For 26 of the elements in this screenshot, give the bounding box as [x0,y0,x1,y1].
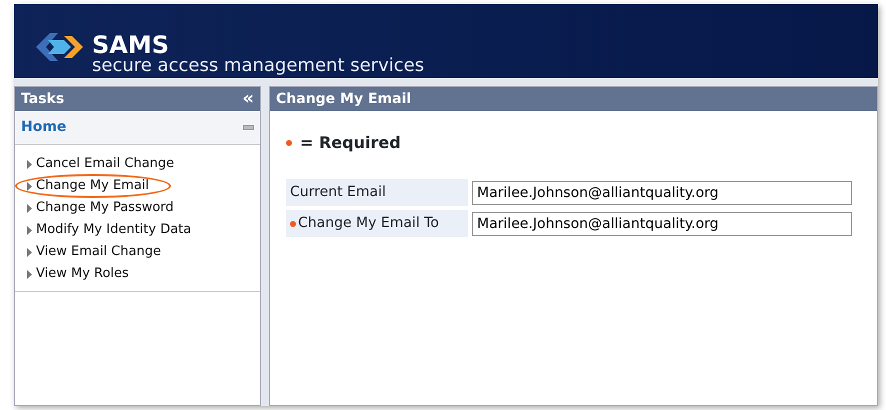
task-link[interactable]: View Email Change [36,241,161,263]
section-link[interactable]: Home [21,117,66,138]
caret-icon [27,160,32,168]
app-subtitle: secure access management services [92,57,424,76]
task-link[interactable]: Modify My Identity Data [36,219,192,241]
task-link[interactable]: View My Roles [36,263,129,285]
email-field[interactable]: Marilee.Johnson@alliantquality.org [472,212,852,236]
field-label: Change My Email To [298,214,439,233]
page-title: Change My Email [276,90,412,108]
required-icon [286,140,292,146]
caret-icon [27,204,32,212]
task-link[interactable]: Change My Email [36,175,150,197]
task-link[interactable]: Cancel Email Change [36,153,174,175]
caret-icon [27,248,32,256]
panel-title: Tasks [21,90,64,108]
caret-icon [27,270,32,278]
email-field[interactable]: Marilee.Johnson@alliantquality.org [472,180,852,204]
minimize-icon[interactable] [243,125,254,130]
required-icon [290,220,296,226]
caret-icon [27,226,32,234]
caret-icon [27,182,32,190]
required-legend: = Required [300,131,401,155]
app-title: SAMS [92,33,170,58]
task-link[interactable]: Change My Password [36,197,174,219]
field-label: Current Email [290,183,386,202]
collapse-button[interactable]: « [242,90,254,108]
